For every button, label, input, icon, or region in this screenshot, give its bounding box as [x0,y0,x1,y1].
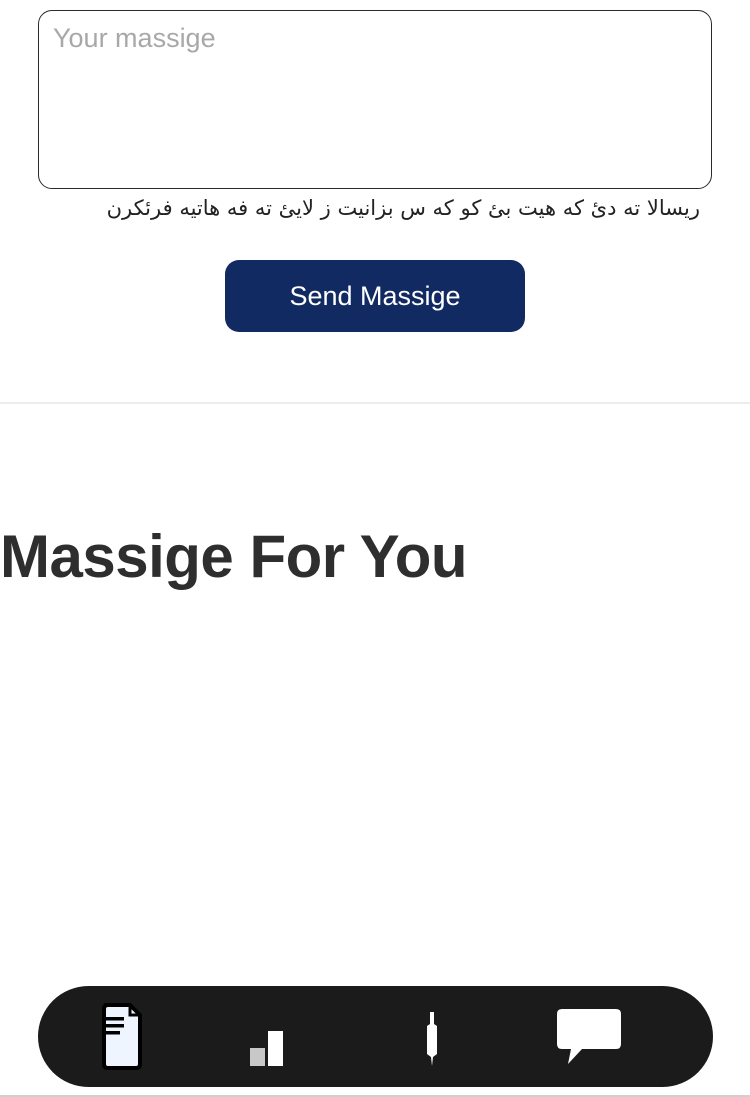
pen-icon [427,1012,437,1066]
nav-item-write[interactable] [382,986,482,1087]
nav-item-statistics[interactable] [217,986,317,1087]
bottom-navigation-bar [38,986,713,1087]
send-message-button[interactable]: Send Massige [225,260,525,332]
nav-item-messages[interactable] [539,986,639,1087]
section-divider [0,402,750,404]
bar-chart-icon [250,1031,283,1066]
document-icon [102,1003,142,1070]
chat-bubble-icon [557,1009,621,1064]
nav-item-documents[interactable] [72,986,172,1087]
section-heading: Massige For You [0,523,468,590]
message-input[interactable] [38,10,712,189]
message-hint-text: ریسالا ته دئ که هیت بئ کو که س بزانیت ز … [106,196,700,220]
